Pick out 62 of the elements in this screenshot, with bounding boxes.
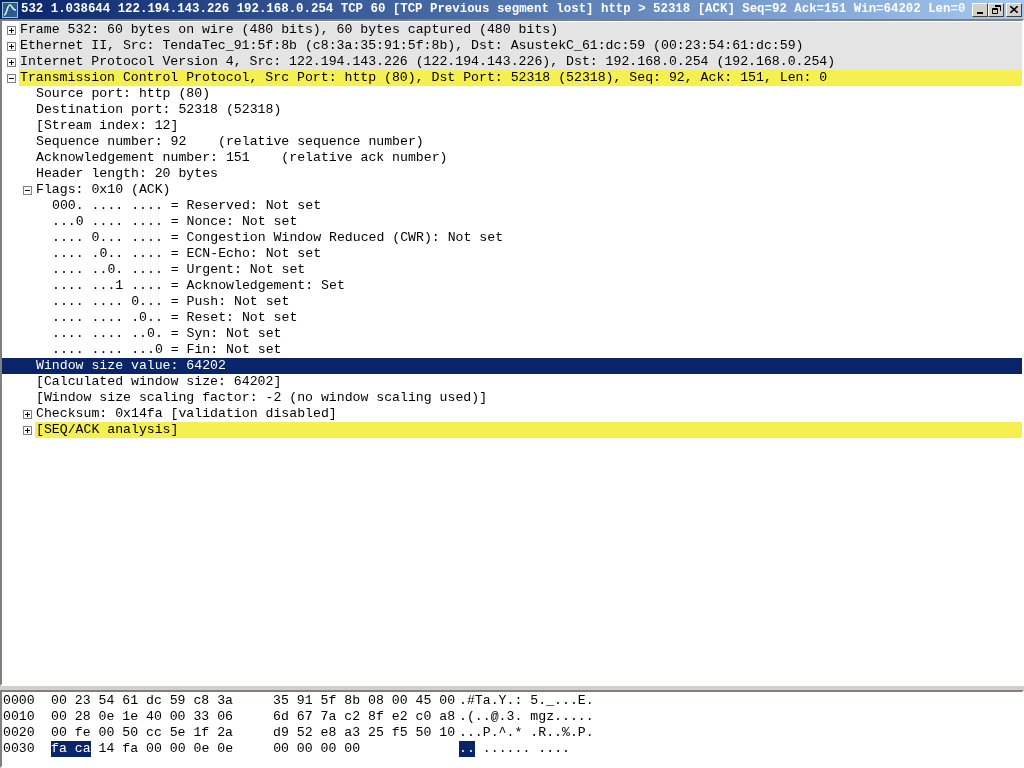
tree-item-label[interactable]: Ethernet II, Src: TendaTec_91:5f:8b (c8:3a:35:91:5f:8b), Dst: AsustekC_61:dc:59 (00:23:54:61:dc:59) xyxy=(19,38,1022,54)
tree-item-label[interactable]: [Calculated window size: 64202] xyxy=(35,374,1022,390)
tree-item-label[interactable]: .... .0.. .... = ECN-Echo: Not set xyxy=(51,246,1022,262)
tree-item-label[interactable]: Header length: 20 bytes xyxy=(35,166,1022,182)
tree-item-label[interactable]: ...0 .... .... = Nonce: Not set xyxy=(51,214,1022,230)
byte-offset: 0010 xyxy=(3,709,36,725)
hex-bytes: 00 28 0e 1e 40 00 33 06 xyxy=(51,709,234,725)
collapse-icon[interactable] xyxy=(22,185,32,195)
ascii-bytes: 5._...E. xyxy=(530,693,594,709)
ascii-bytes: mgz..... xyxy=(530,709,594,725)
ascii-bytes: .R..%.P. xyxy=(530,725,594,741)
byte-offset: 0000 xyxy=(3,693,36,709)
hex-bytes: 14 fa 00 00 0e 0e xyxy=(98,741,234,757)
tree-item-label[interactable]: .... .... 0... = Push: Not set xyxy=(51,294,1022,310)
hex-bytes: 00 fe 00 50 cc 5e 1f 2a xyxy=(51,725,234,741)
tree-item-label[interactable]: Frame 532: 60 bytes on wire (480 bits), 60 bytes captured (480 bits) xyxy=(19,22,1022,38)
ascii-bytes: ...P.^.* xyxy=(459,725,523,741)
minimize-icon xyxy=(977,11,983,14)
expand-icon[interactable] xyxy=(22,425,32,435)
tree-item-label[interactable]: .... .... ...0 = Fin: Not set xyxy=(51,342,1022,358)
tree-item-label[interactable]: Transmission Control Protocol, Src Port: http (80), Dst Port: 52318 (52318), Seq: 92, Ack: 151, Len: 0 xyxy=(19,70,1022,86)
hex-bytes: d9 52 e8 a3 25 f5 50 10 xyxy=(273,725,456,741)
tree-item-label[interactable]: Flags: 0x10 (ACK) xyxy=(35,182,1022,198)
tree-item-label[interactable]: 000. .... .... = Reserved: Not set xyxy=(51,198,1022,214)
byte-offset: 0020 xyxy=(3,725,36,741)
close-icon xyxy=(1010,6,1018,13)
restore-button[interactable] xyxy=(988,2,1004,17)
ascii-bytes: .#Ta.Y.: xyxy=(459,693,523,709)
expand-icon[interactable] xyxy=(6,57,16,67)
tree-item-label[interactable]: Checksum: 0x14fa [validation disabled] xyxy=(35,406,1022,422)
tree-item-label[interactable]: [Stream index: 12] xyxy=(35,118,1022,134)
tree-item-label[interactable]: [SEQ/ACK analysis] xyxy=(35,422,1022,438)
tree-item-label[interactable]: Sequence number: 92 (relative sequence number) xyxy=(35,134,1022,150)
expand-icon[interactable] xyxy=(22,409,32,419)
hex-bytes: 6d 67 7a c2 8f e2 c0 a8 xyxy=(273,709,456,725)
tree-item-label[interactable]: .... 0... .... = Congestion Window Reduced (CWR): Not set xyxy=(51,230,1022,246)
tree-item-label[interactable]: .... ...1 .... = Acknowledgement: Set xyxy=(51,278,1022,294)
collapse-icon[interactable] xyxy=(6,73,16,83)
minimize-button[interactable] xyxy=(972,2,988,17)
hex-bytes: fa ca xyxy=(51,741,91,757)
hex-bytes: 35 91 5f 8b 08 00 45 00 xyxy=(273,693,456,709)
byte-offset: 0030 xyxy=(3,741,36,757)
app-fin-icon xyxy=(2,1,18,18)
tree-item-label[interactable]: Destination port: 52318 (52318) xyxy=(35,102,1022,118)
tree-item-label[interactable]: [Window size scaling factor: -2 (no window scaling used)] xyxy=(35,390,1022,406)
ascii-bytes: ...... xyxy=(482,741,531,757)
hex-bytes: 00 00 00 00 xyxy=(273,741,361,757)
restore-icon xyxy=(991,5,1001,14)
tree-item-label[interactable]: .... .... .0.. = Reset: Not set xyxy=(51,310,1022,326)
expand-icon[interactable] xyxy=(6,41,16,51)
tree-item-label[interactable]: .... ..0. .... = Urgent: Not set xyxy=(51,262,1022,278)
ascii-bytes: .(..@.3. xyxy=(459,709,523,725)
ascii-bytes: .... xyxy=(538,741,570,757)
ascii-bytes: .. xyxy=(459,741,475,757)
tree-item-label[interactable]: .... .... ..0. = Syn: Not set xyxy=(51,326,1022,342)
expand-icon[interactable] xyxy=(6,25,16,35)
tree-item-label[interactable]: Acknowledgement number: 151 (relative ack number) xyxy=(35,150,1022,166)
hex-bytes: 00 23 54 61 dc 59 c8 3a xyxy=(51,693,234,709)
tree-item-label[interactable]: Internet Protocol Version 4, Src: 122.194.143.226 (122.194.143.226), Dst: 192.168.0.254 (192.168.0.254) xyxy=(19,54,1022,70)
window-title: 532 1.038644 122.194.143.226 192.168.0.254 TCP 60 [TCP Previous segment lost] http > 52318 [ACK] Seq=92 Ack=151 Win=64202 Len=0 xyxy=(21,3,967,16)
tree-item-label[interactable]: Source port: http (80) xyxy=(35,86,1022,102)
close-button[interactable] xyxy=(1006,2,1022,17)
